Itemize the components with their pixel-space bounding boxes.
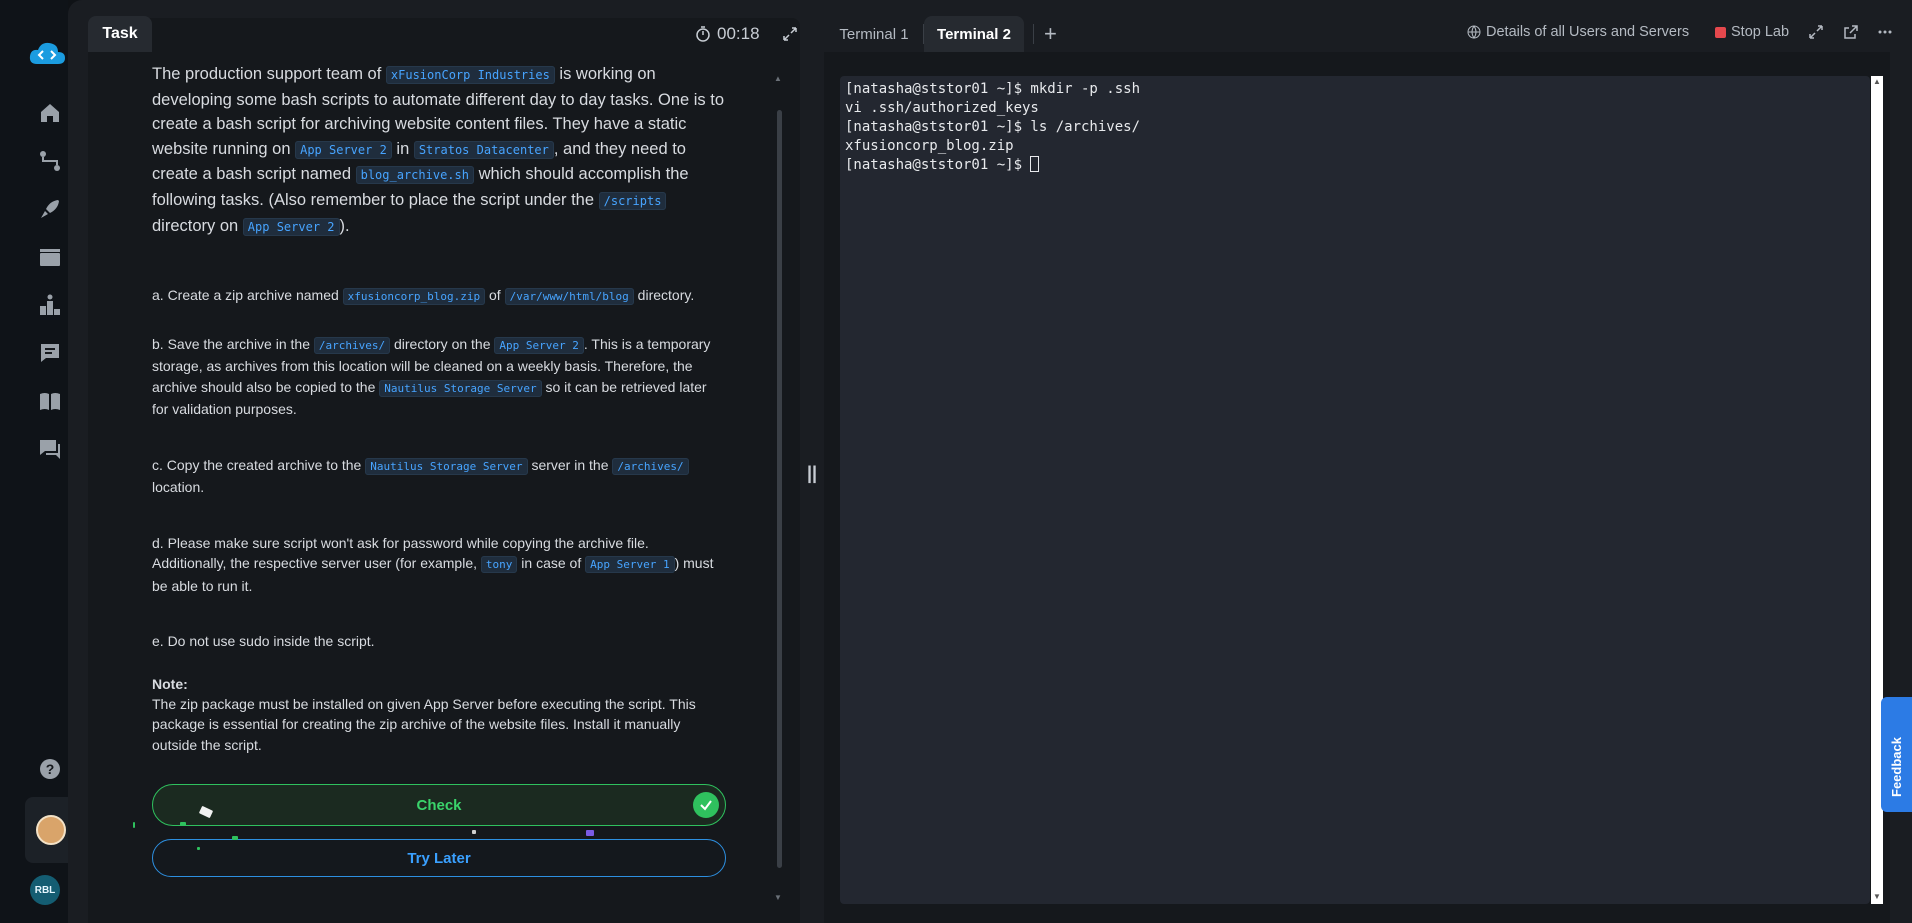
intro-text: ). (339, 216, 350, 235)
intro-text: in (391, 139, 414, 158)
terminal-prompt-line: [natasha@ststor01 ~]$ (845, 156, 1140, 175)
app-root: ? RBL Task 00:18 The production support … (0, 0, 1912, 923)
script-name-code: blog_archive.sh (355, 166, 474, 185)
help-icon[interactable]: ? (38, 757, 62, 781)
note-title: Note: (152, 675, 188, 692)
server-code: App Server 2 (494, 336, 584, 354)
terminal-line: [natasha@ststor01 ~]$ ls /archives/ (845, 119, 1141, 135)
stop-lab-button[interactable]: Stop Lab (1715, 24, 1789, 40)
home-icon[interactable] (38, 101, 62, 125)
terminal-line: xfusioncorp_blog.zip (845, 138, 1014, 154)
blog-dir-code: /var/www/html/blog (504, 288, 634, 306)
feedback-label: Feedback (1889, 737, 1904, 797)
scroll-up-arrow-icon[interactable]: ▲ (774, 74, 782, 83)
confetti-piece (586, 830, 594, 836)
storage-server-code: Nautilus Storage Server (365, 457, 528, 475)
datacenter-code: Stratos Datacenter (413, 140, 554, 159)
task-item-a: a. Create a zip archive named xfusioncor… (152, 285, 724, 308)
panel-resize-handle[interactable]: || (807, 463, 817, 483)
terminal-cursor (1030, 156, 1040, 172)
left-rail: ? RBL (0, 0, 77, 923)
terminal-screen[interactable] (840, 76, 1870, 904)
task-description: The production support team of xFusionCo… (152, 66, 724, 766)
task-scrollbar[interactable] (777, 110, 782, 868)
scripts-dir-code: /scripts (598, 191, 667, 210)
details-users-servers-link[interactable]: Details of all Users and Servers (1467, 24, 1689, 40)
stop-lab-label: Stop Lab (1731, 24, 1790, 40)
tab-terminal-2[interactable]: Terminal 2 (924, 16, 1024, 52)
scroll-down-arrow-icon[interactable]: ▼ (1873, 892, 1881, 901)
rocket-icon[interactable] (38, 197, 62, 221)
open-new-window-icon[interactable] (1843, 24, 1859, 40)
fullscreen-icon[interactable] (1808, 24, 1824, 40)
confetti-piece (197, 847, 200, 850)
tab-divider (1033, 24, 1034, 44)
item-text: server in the (527, 456, 613, 473)
server-code: App Server 2 (295, 140, 392, 159)
terminal-prompt: [natasha@ststor01 ~]$ (845, 157, 1031, 173)
scroll-up-arrow-icon[interactable]: ▲ (1873, 77, 1881, 86)
confetti-piece (180, 822, 186, 826)
stopwatch-icon (696, 26, 710, 42)
notes-icon[interactable] (38, 341, 62, 365)
chat-icon[interactable] (38, 437, 62, 461)
expand-task-icon[interactable] (782, 26, 798, 42)
svg-text:?: ? (46, 761, 55, 777)
item-text: in case of (517, 555, 586, 572)
terminal-output: [natasha@ststor01 ~]$ mkdir -p .ssh vi .s… (845, 80, 1140, 175)
item-text: b. Save the archive in the (152, 335, 314, 352)
server-code: App Server 2 (242, 217, 340, 236)
lab-timer: 00:18 (695, 24, 760, 44)
item-text: of (485, 287, 505, 304)
avatar (36, 815, 66, 845)
terminal-line: vi .ssh/authorized_keys (845, 100, 1039, 116)
kodekloud-logo-icon[interactable] (27, 40, 67, 70)
confetti-piece (133, 822, 135, 828)
task-item-c: c. Copy the created archive to the Nauti… (152, 455, 724, 498)
task-item-d: d. Please make sure script won't ask for… (152, 533, 724, 597)
user-code: tony (480, 556, 518, 574)
org-badge[interactable]: RBL (30, 875, 60, 905)
item-text: c. Copy the created archive to the (152, 456, 366, 473)
timer-value: 00:18 (717, 24, 760, 43)
try-later-label: Try Later (407, 849, 471, 867)
stop-icon (1715, 26, 1726, 38)
scroll-down-arrow-icon[interactable]: ▼ (774, 893, 782, 902)
tab-task[interactable]: Task (88, 16, 152, 52)
confetti-piece (232, 836, 238, 840)
feedback-button[interactable]: Feedback (1881, 697, 1912, 812)
intro-text: The production support team of (152, 66, 386, 83)
courses-icon[interactable] (38, 245, 62, 269)
item-text: directory. (633, 287, 695, 304)
book-icon[interactable] (38, 389, 62, 413)
archive-name-code: xfusioncorp_blog.zip (342, 288, 486, 306)
check-button[interactable]: Check (152, 784, 726, 826)
globe-icon (1467, 25, 1481, 39)
roadmap-icon[interactable] (38, 149, 62, 173)
task-item-b: b. Save the archive in the /archives/ di… (152, 334, 724, 420)
add-terminal-icon[interactable]: + (1044, 22, 1057, 46)
item-text: a. Create a zip archive named (152, 287, 343, 304)
details-label: Details of all Users and Servers (1486, 24, 1690, 40)
note-body: The zip package must be installed on giv… (152, 695, 696, 753)
more-options-icon[interactable] (1877, 24, 1893, 40)
item-text: location. (152, 479, 205, 496)
leaderboard-icon[interactable] (38, 293, 62, 317)
intro-text: directory on (152, 216, 243, 235)
storage-server-code: Nautilus Storage Server (379, 379, 542, 397)
terminal-line: [natasha@ststor01 ~]$ mkdir -p .ssh (845, 81, 1141, 97)
server-code: App Server 1 (585, 556, 675, 574)
check-button-label: Check (416, 796, 462, 814)
company-code: xFusionCorp Industries (385, 66, 555, 84)
tab-terminal-1[interactable]: Terminal 1 (824, 16, 924, 52)
archives-dir-code: /archives/ (313, 336, 391, 354)
task-item-e: e. Do not use sudo inside the script. (152, 633, 375, 650)
item-text: directory on the (390, 335, 495, 352)
confetti-piece (472, 830, 476, 834)
archives-dir-code: /archives/ (612, 457, 689, 475)
try-later-button[interactable]: Try Later (152, 839, 726, 877)
checkmark-icon (693, 792, 719, 818)
task-intro: The production support team of xFusionCo… (152, 66, 724, 239)
